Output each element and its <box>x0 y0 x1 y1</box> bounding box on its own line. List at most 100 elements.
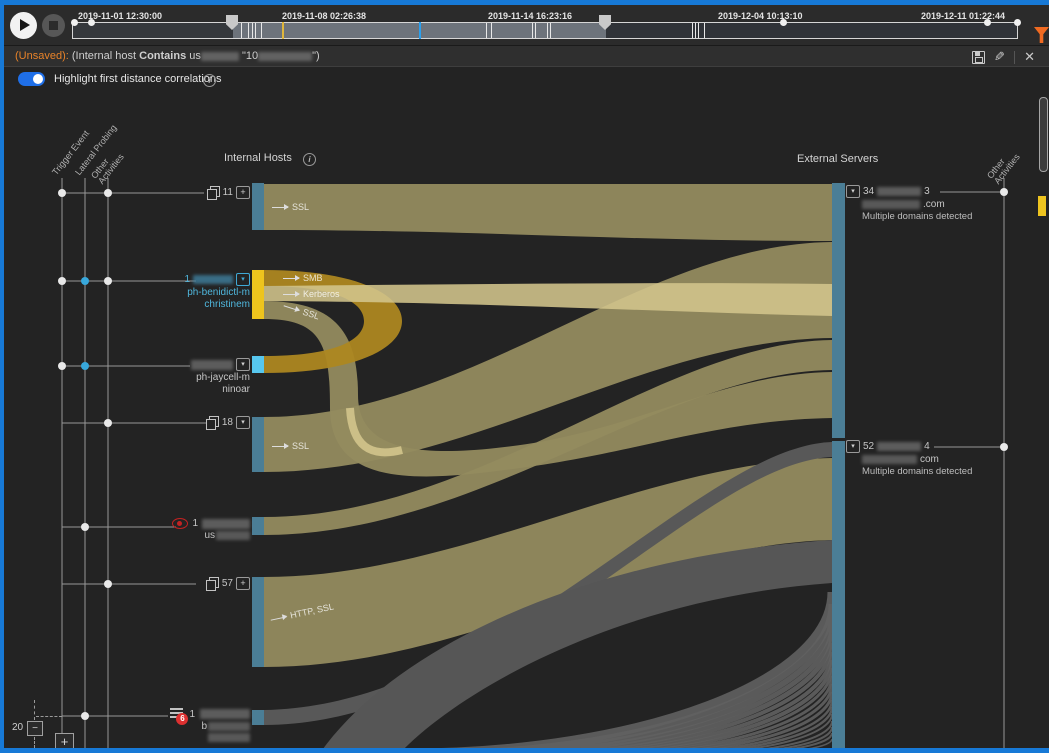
server-stack-icon: 6 <box>170 708 184 720</box>
depth-value: 20 <box>12 722 23 733</box>
timeline-event-dot <box>1014 19 1021 26</box>
scrollbar-thumb[interactable] <box>1039 97 1048 172</box>
timeline-tick <box>698 23 699 38</box>
collapse-button[interactable]: ▾ <box>846 185 860 198</box>
edit-filter-button[interactable]: ✎ <box>994 49 1005 65</box>
filter-operand2: "10 <box>242 50 258 62</box>
internal-node-57 <box>252 577 264 667</box>
internal-node-11 <box>252 183 264 230</box>
server-count: 34 <box>863 186 874 197</box>
internal-node-benidictl <box>252 270 264 319</box>
redacted-text <box>202 519 250 529</box>
server-count-suffix: 4 <box>924 441 930 452</box>
play-icon <box>20 19 30 31</box>
external-server-1[interactable]: ▾ 343 .com Multiple domains detected <box>846 185 972 222</box>
stop-button[interactable] <box>42 14 65 37</box>
redacted-text <box>208 733 250 742</box>
grouped-hosts-icon <box>206 577 219 590</box>
flow-protocol: SMB <box>303 273 323 283</box>
flow-kerberos-highlight[interactable] <box>264 283 832 316</box>
host-domain: b <box>201 721 207 732</box>
internal-node-bottom <box>252 710 264 725</box>
host-ip: 1 <box>189 709 195 720</box>
flow-ssl-host11 <box>264 184 832 241</box>
external-node-1 <box>832 183 845 438</box>
host-row-11[interactable]: 11 + <box>207 186 250 199</box>
timeline-tick <box>248 23 249 38</box>
window-border-bottom <box>0 748 1049 753</box>
detection-eye-icon <box>172 518 188 529</box>
flow-label-smb: SMB <box>283 273 323 283</box>
host-name: christinem <box>204 299 250 310</box>
multiple-domains-note: Multiple domains detected <box>862 211 972 222</box>
divider <box>1014 51 1015 64</box>
external-server-2[interactable]: ▾ 524 com Multiple domains detected <box>846 440 972 477</box>
collapse-button[interactable]: ▾ <box>236 416 250 429</box>
host-ip: 1 <box>184 274 190 285</box>
timeline-tick <box>486 23 487 38</box>
host-name: ninoar <box>222 384 250 395</box>
timeline-date-5: 2019-12-11 01:22:44 <box>921 11 1005 21</box>
collapse-button[interactable]: ▾ <box>846 440 860 453</box>
server-domain: com <box>920 454 939 465</box>
expand-button[interactable]: + <box>236 186 250 199</box>
internal-node-detection <box>252 517 264 535</box>
host-name: ph-jaycell-m <box>196 372 250 383</box>
timeline-tick <box>547 23 548 38</box>
filter-funnel-icon[interactable] <box>1034 27 1049 43</box>
flow-protocol: Kerberos <box>303 289 340 299</box>
timeline-tick <box>535 23 536 38</box>
redacted-text <box>193 275 233 284</box>
redacted-text <box>862 455 917 464</box>
flow-arrow-icon <box>272 207 288 208</box>
timeline-tick <box>695 23 696 38</box>
timeline-segment-pre <box>73 23 233 38</box>
timeline-track[interactable] <box>72 22 1018 39</box>
collapse-button[interactable]: ▾ <box>236 358 250 371</box>
grouped-hosts-icon <box>206 416 219 429</box>
flow-arrow-icon <box>283 294 299 295</box>
timeline-tick <box>704 23 705 38</box>
flow-label-ssl-3: SSL <box>272 441 309 451</box>
timeline-event-dot <box>71 19 78 26</box>
detection-count-badge: 6 <box>176 713 188 725</box>
flow-arrow-icon <box>284 305 300 311</box>
window-border-top <box>0 0 1049 5</box>
close-filter-button[interactable]: ✕ <box>1024 49 1035 65</box>
timeline-toolbar: 2019-11-01 12:30:00 2019-11-08 02:26:38 … <box>4 5 1049 45</box>
flow-label-ssl-1: SSL <box>272 202 309 212</box>
host-row-detection[interactable]: 1 us <box>172 518 250 541</box>
timeline-tick <box>255 23 256 38</box>
multiple-domains-note: Multiple domains detected <box>862 466 972 477</box>
host-count: 18 <box>222 417 233 428</box>
host-row-jaycell[interactable]: ▾ ph-jaycell-m ninoar <box>191 358 250 395</box>
flow-arrow-icon <box>271 616 287 620</box>
timeline-tick <box>532 23 533 38</box>
highlight-correlations-toggle[interactable] <box>18 72 45 86</box>
host-row-57[interactable]: 57 + <box>206 577 250 590</box>
host-row-18[interactable]: 18 ▾ <box>206 416 250 429</box>
timeline-date-4: 2019-12-04 10:13:10 <box>718 11 803 21</box>
timeline-event-dot <box>984 19 991 26</box>
timeline-tick-blue <box>419 22 421 39</box>
scrollbar-highlight-marker[interactable] <box>1038 196 1046 216</box>
host-row-bottom[interactable]: 6 1 b <box>170 708 250 742</box>
host-row-benidictl[interactable]: 1 ▾ ph-benidictl-m christinem <box>184 273 250 310</box>
save-filter-button[interactable] <box>972 51 985 64</box>
filter-status: (Unsaved): <box>15 50 69 62</box>
info-icon[interactable]: i <box>203 74 216 87</box>
grouped-hosts-icon <box>207 186 220 199</box>
window-border-left <box>0 0 4 753</box>
decrease-depth-button[interactable]: − <box>27 721 43 736</box>
play-button[interactable] <box>10 12 37 39</box>
collapse-button[interactable]: ▾ <box>236 273 250 286</box>
zoom-guide-dash <box>34 700 35 720</box>
internal-node-18 <box>252 417 264 472</box>
expand-button[interactable]: + <box>236 577 250 590</box>
redacted-text <box>191 360 233 370</box>
timeline-tick <box>491 23 492 38</box>
flow-arrow-icon <box>283 278 299 279</box>
info-icon[interactable]: i <box>303 153 316 166</box>
flow-protocol: SSL <box>292 202 309 212</box>
timeline-event-dot <box>88 19 95 26</box>
